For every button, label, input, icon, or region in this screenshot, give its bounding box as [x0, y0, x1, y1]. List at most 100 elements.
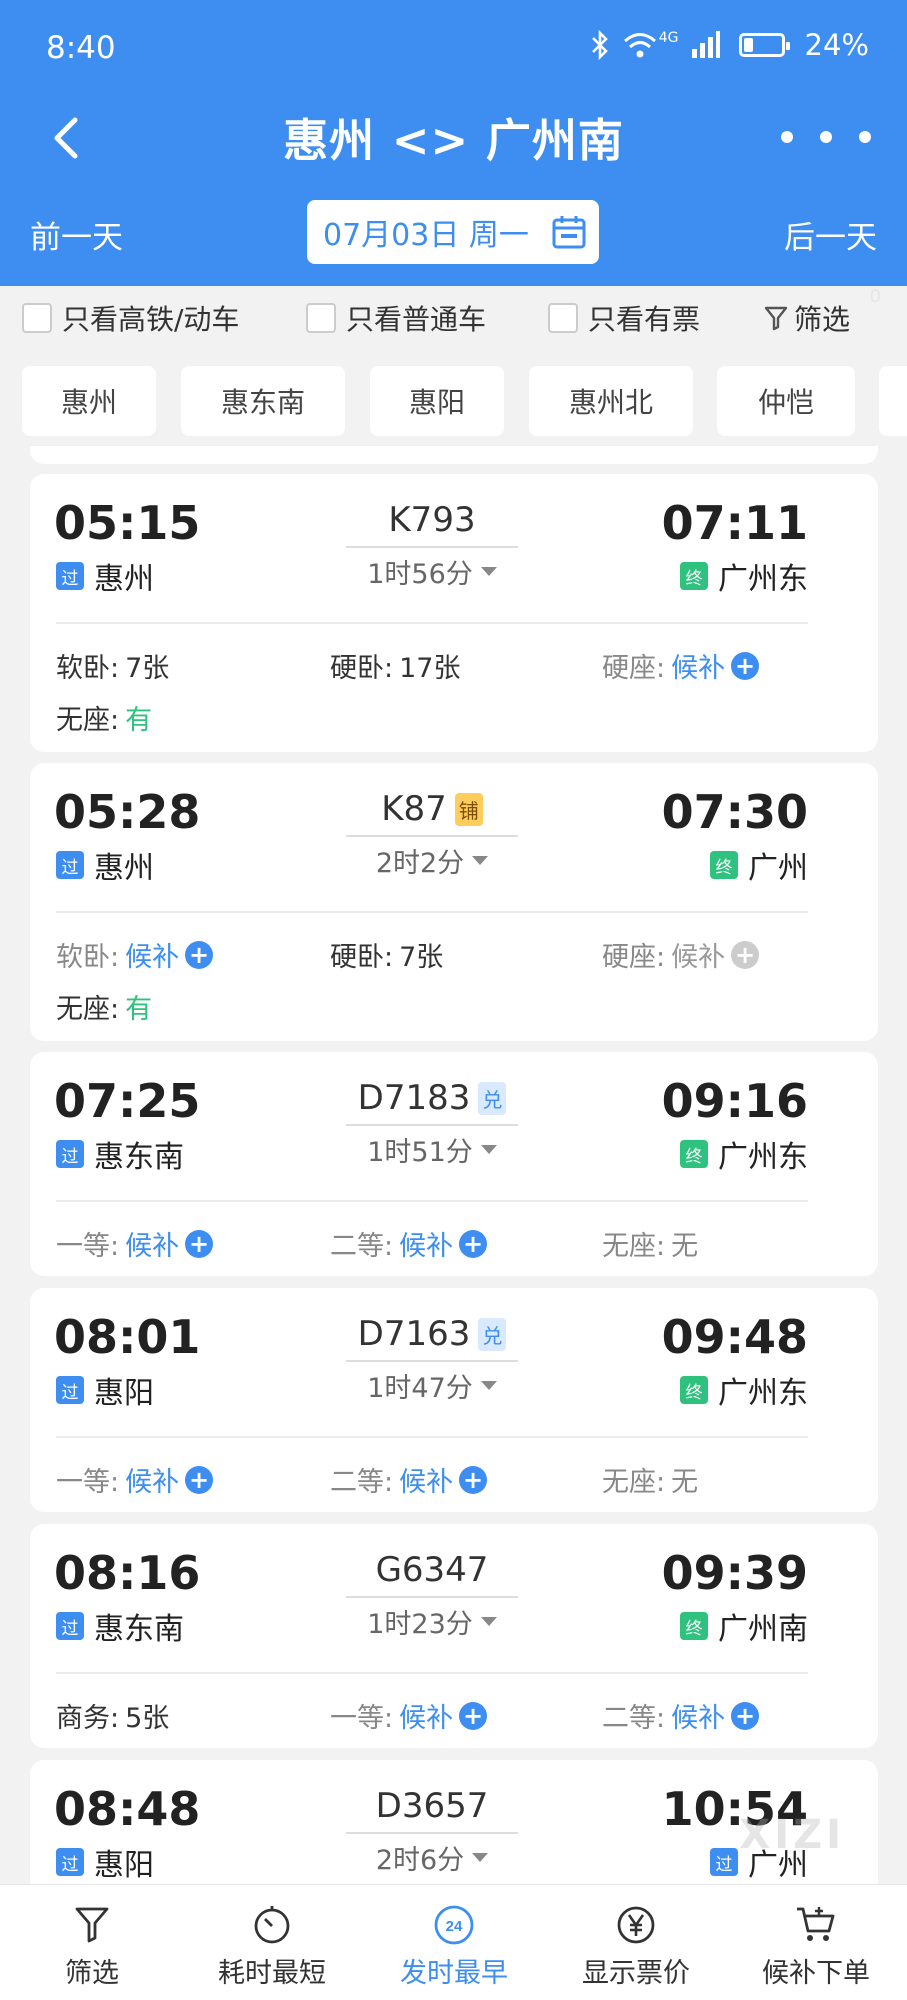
card-divider	[56, 1200, 808, 1202]
watermark: XIZI	[739, 1812, 845, 1858]
seat-info: 无座: 有	[56, 698, 152, 737]
clock-24-icon: 24	[434, 1905, 474, 1945]
nav-show-price[interactable]: 显示票价	[556, 1905, 716, 1990]
station-name: 广州东	[718, 1376, 808, 1411]
filter-normal[interactable]: 只看普通车	[306, 298, 486, 338]
nav-earliest[interactable]: 24 发时最早	[374, 1905, 534, 1990]
seat-info[interactable]: 一等: 候补 +	[330, 1696, 488, 1735]
divider	[346, 546, 518, 548]
departure-time: 08:48	[54, 1782, 201, 1836]
network-type: 4G	[658, 30, 679, 46]
seat-label: 无座:	[56, 705, 120, 736]
train-card[interactable]: 08:01 过惠阳 D7163 兑 1时47分 09:48 终广州东 一等: 候补 + …	[30, 1288, 878, 1512]
duration-toggle[interactable]: 2时2分	[376, 841, 489, 880]
train-info: D7183 兑 1时51分	[346, 1078, 518, 1169]
plus-icon: +	[459, 1229, 488, 1258]
card-divider	[56, 1672, 808, 1674]
filter-available[interactable]: 只看有票	[548, 298, 700, 338]
train-number: G6347	[375, 1550, 489, 1590]
station-chip[interactable]: 惠阳	[370, 366, 504, 436]
pass-tag: 过	[56, 1376, 84, 1404]
seat-label: 二等:	[330, 1231, 394, 1262]
seat-info[interactable]: 二等: 候补 +	[330, 1224, 488, 1263]
filter-button[interactable]: 筛选	[764, 298, 850, 338]
seat-value: 候补	[671, 653, 726, 684]
nav-shortest[interactable]: 耗时最短	[192, 1905, 352, 1990]
plus-icon: +	[731, 651, 760, 680]
checkbox[interactable]	[306, 303, 336, 333]
seat-value: 7张	[399, 942, 444, 973]
seat-info[interactable]: 二等: 候补 +	[602, 1696, 760, 1735]
more-button[interactable]	[781, 122, 871, 152]
filter-label: 只看有票	[588, 303, 701, 336]
date-text: 07月03日 周一	[323, 218, 529, 253]
seat-info[interactable]: 硬座: 候补 +	[602, 646, 760, 685]
train-number: D7163	[357, 1314, 471, 1354]
nav-filter[interactable]: 筛选	[12, 1905, 172, 1990]
seat-info[interactable]: 一等: 候补 +	[56, 1460, 214, 1499]
train-card[interactable]: 07:25 过惠东南 D7183 兑 1时51分 09:16 终广州东 一等: 候补 +…	[30, 1052, 878, 1276]
card-stub	[30, 446, 878, 464]
arrival-time: 09:48	[661, 1310, 808, 1364]
seat-value: 候补	[399, 1703, 454, 1734]
caret-down-icon	[472, 856, 489, 865]
departure-station: 过惠州	[56, 843, 154, 887]
caret-down-icon	[472, 1853, 489, 1862]
duration-toggle[interactable]: 1时51分	[367, 1130, 497, 1169]
train-card[interactable]: 08:16 过惠东南 G6347 1时23分 09:39 终广州南 商务: 5张 一…	[30, 1524, 878, 1748]
departure-station: 过惠东南	[56, 1604, 184, 1648]
timer-icon	[254, 1906, 290, 1944]
train-number-row: K87 铺	[381, 789, 483, 829]
departure-time: 07:25	[54, 1074, 201, 1128]
station-name: 广州	[748, 851, 808, 886]
plus-icon: +	[185, 940, 214, 969]
duration-toggle[interactable]: 1时56分	[367, 552, 497, 591]
seat-value: 7张	[125, 653, 170, 684]
terminal-tag: 终	[680, 1140, 708, 1168]
arrival-station: 终广州南	[680, 1604, 808, 1648]
nav-waitlist-order[interactable]: 候补下单	[736, 1905, 896, 1990]
duration-toggle[interactable]: 1时47分	[367, 1366, 497, 1405]
station-chip-overflow[interactable]	[879, 366, 907, 436]
station-chips: 惠州 惠东南 惠阳 惠州北 仲恺	[0, 366, 907, 438]
next-day-button[interactable]: 后一天	[784, 212, 877, 257]
seat-info: 软卧: 7张	[56, 646, 169, 685]
station-chip[interactable]: 惠州北	[529, 366, 693, 436]
pass-tag: 过	[56, 851, 84, 879]
station-chip[interactable]: 惠州	[22, 366, 156, 436]
pass-tag: 过	[56, 1612, 84, 1640]
pass-tag: 过	[56, 1848, 84, 1876]
train-number-row: K793	[388, 500, 475, 540]
duration-toggle[interactable]: 2时6分	[376, 1838, 489, 1877]
duration-toggle[interactable]: 1时23分	[367, 1602, 497, 1641]
station-chip[interactable]: 惠东南	[181, 366, 345, 436]
seat-info[interactable]: 二等: 候补 +	[330, 1460, 488, 1499]
seat-label: 硬卧:	[330, 653, 394, 684]
seat-label: 二等:	[602, 1703, 666, 1734]
nav-clock-badge: 24	[446, 1918, 463, 1935]
train-number: D3657	[375, 1786, 489, 1826]
divider	[346, 835, 518, 837]
battery-icon	[738, 33, 790, 57]
seat-value: 候补	[399, 1231, 454, 1262]
seat-value: 无	[671, 1467, 699, 1498]
terminal-tag: 终	[680, 562, 708, 590]
train-card[interactable]: 05:15 过惠州 K793 1时56分 07:11 终广州东 软卧: 7张 硬卧:…	[30, 474, 878, 752]
plus-icon: +	[459, 1465, 488, 1494]
checkbox[interactable]	[548, 303, 578, 333]
train-card[interactable]: 05:28 过惠州 K87 铺 2时2分 07:30 终广州 软卧: 候补 + 硬卧: …	[30, 763, 878, 1041]
seat-info[interactable]: 软卧: 候补 +	[56, 935, 214, 974]
filter-high-speed[interactable]: 只看高铁/动车	[22, 298, 239, 338]
date-picker[interactable]: 07月03日 周一	[307, 200, 599, 264]
seat-label: 无座:	[56, 994, 120, 1025]
station-chip[interactable]: 仲恺	[717, 366, 855, 436]
station-name: 惠阳	[94, 1376, 154, 1411]
station-name: 惠州	[94, 851, 154, 886]
seat-label: 无座:	[602, 1467, 666, 1498]
prev-day-button[interactable]: 前一天	[30, 212, 123, 257]
seat-info[interactable]: 一等: 候补 +	[56, 1224, 214, 1263]
arrival-time: 07:30	[661, 785, 808, 839]
checkbox[interactable]	[22, 303, 52, 333]
arrival-station: 终广州	[710, 843, 808, 887]
station-name: 惠州	[94, 562, 154, 597]
